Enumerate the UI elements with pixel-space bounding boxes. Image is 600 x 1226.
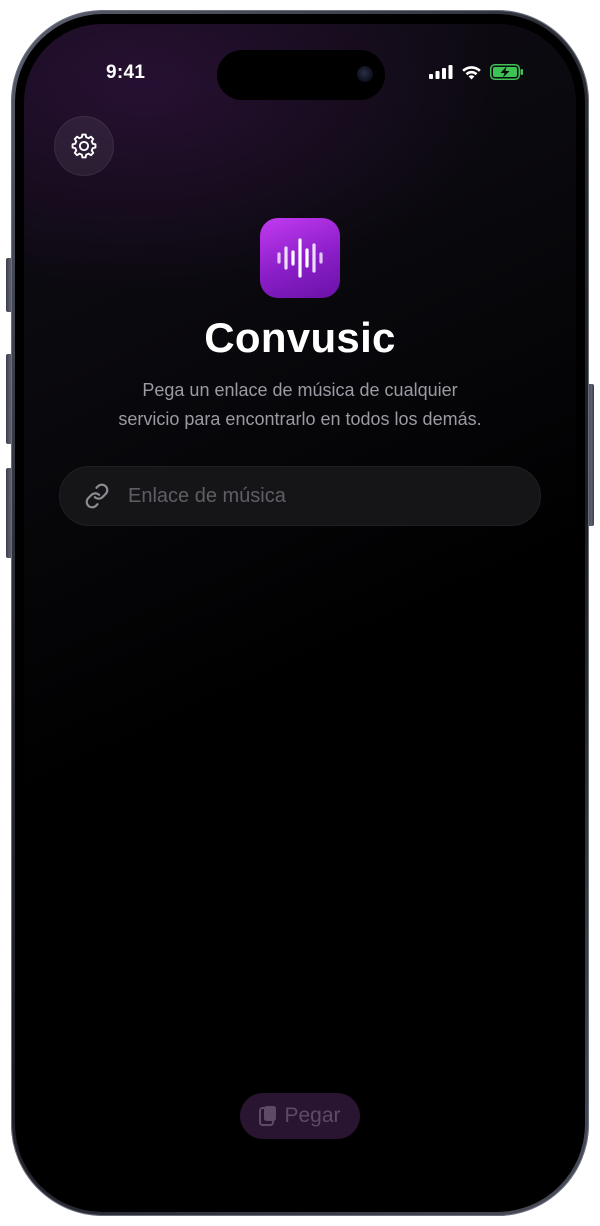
status-time: 9:41: [106, 62, 146, 83]
dynamic-island: [217, 50, 385, 100]
subtitle-line-2: servicio para encontrarlo en todos los d…: [118, 409, 482, 429]
app-title: Convusic: [204, 314, 396, 361]
gear-icon: [71, 133, 97, 159]
link-icon: [85, 483, 109, 509]
music-link-field[interactable]: [59, 466, 541, 526]
battery-charging-icon: [490, 64, 523, 80]
paste-button-label: Pegar: [284, 1104, 341, 1127]
waveform-icon: [277, 238, 323, 278]
wifi-icon: [462, 65, 481, 79]
app-subtitle: Pega un enlace de música de cualquier se…: [64, 376, 536, 434]
phone-device: 9:41 Convusic Pega un enlace de música d…: [0, 0, 600, 1226]
cellular-signal-icon: [429, 65, 453, 79]
subtitle-line-1: Pega un enlace de música de cualquier: [142, 380, 458, 400]
clipboard-icon: [259, 1106, 277, 1126]
app-screen: 9:41 Convusic Pega un enlace de música d…: [24, 24, 576, 1202]
app-logo: [260, 218, 340, 298]
paste-button[interactable]: Pegar: [240, 1093, 360, 1139]
settings-button[interactable]: [54, 116, 114, 176]
music-link-input[interactable]: [126, 483, 510, 509]
front-camera: [357, 66, 373, 82]
status-indicators: [429, 64, 524, 80]
